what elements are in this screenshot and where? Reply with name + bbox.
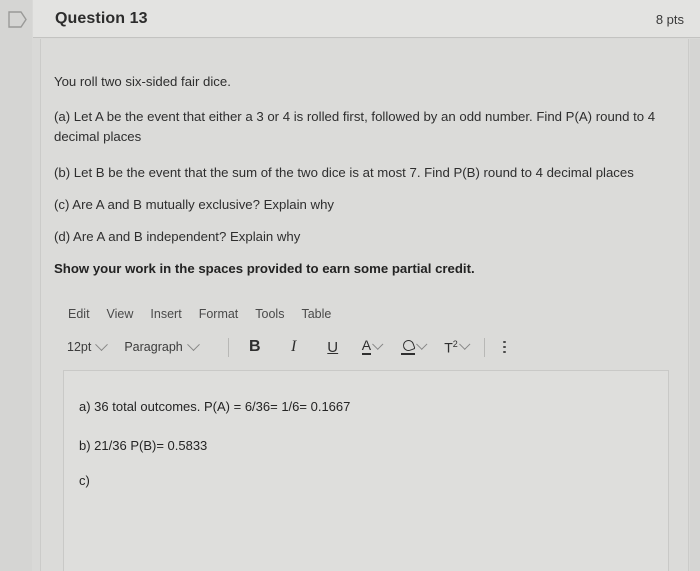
underline-button[interactable]: U: [319, 335, 347, 359]
font-size-value: 12pt: [67, 340, 92, 354]
text-color-button[interactable]: A: [358, 335, 386, 359]
question-part-d: (d) Are A and B independent? Explain why: [54, 229, 301, 244]
question-part-a: (a) Let A be the event that either a 3 o…: [54, 109, 656, 144]
font-size-select[interactable]: 12pt: [67, 337, 109, 354]
highlight-color-button[interactable]: [397, 335, 430, 359]
question-part-b: (b) Let B be the event that the sum of t…: [54, 165, 634, 180]
toolbar-divider: [484, 337, 486, 357]
answer-line: c): [79, 473, 90, 488]
question-note: Show your work in the spaces provided to…: [54, 261, 475, 276]
text-color-icon: A: [361, 337, 372, 355]
block-format-value: Paragraph: [124, 340, 183, 354]
chevron-down-icon: [459, 338, 470, 350]
menu-table[interactable]: Table: [301, 307, 331, 321]
editor-menubar: Edit View Insert Format Tools Table: [54, 302, 678, 326]
question-intro: You roll two six-sided fair dice.: [54, 74, 231, 89]
toolbar-divider: [227, 337, 229, 357]
answer-line: a) 36 total outcomes. P(A) = 6/36= 1/6= …: [79, 399, 351, 414]
chevron-down-icon: [95, 337, 109, 351]
bookmark-flag-icon[interactable]: [8, 11, 27, 28]
block-format-select[interactable]: Paragraph: [124, 337, 200, 354]
rich-text-editor: Edit View Insert Format Tools Table 12pt…: [54, 302, 678, 363]
superscript-exponent: 2: [452, 338, 458, 349]
chevron-down-icon: [372, 338, 384, 350]
question-body: You roll two six-sided fair dice. (a) Le…: [40, 39, 689, 571]
right-gutter: [690, 39, 700, 571]
question-header: Question 13 8 pts: [33, 0, 700, 38]
menu-format[interactable]: Format: [199, 307, 239, 321]
chevron-down-icon: [186, 337, 200, 351]
question-page: Question 13 8 pts You roll two six-sided…: [0, 0, 700, 571]
italic-button[interactable]: I: [280, 335, 308, 359]
superscript-icon: T2: [444, 339, 458, 356]
chevron-down-icon: [416, 338, 427, 350]
editor-toolbar: 12pt Paragraph B I U A T2: [54, 331, 678, 363]
more-options-icon[interactable]: [497, 340, 512, 354]
bold-button[interactable]: B: [241, 335, 269, 359]
superscript-button[interactable]: T2: [440, 335, 472, 359]
page-title: Question 13: [55, 10, 148, 27]
highlighter-pen-icon: [400, 337, 416, 355]
left-gutter: [0, 0, 32, 571]
question-part-c: (c) Are A and B mutually exclusive? Expl…: [54, 197, 335, 212]
menu-edit[interactable]: Edit: [68, 307, 90, 321]
menu-view[interactable]: View: [107, 307, 134, 321]
menu-insert[interactable]: Insert: [150, 307, 181, 321]
answer-line: b) 21/36 P(B)= 0.5833: [79, 438, 208, 453]
menu-tools[interactable]: Tools: [255, 307, 284, 321]
points-badge: 8 pts: [655, 12, 684, 27]
superscript-base: T: [444, 339, 453, 356]
answer-textarea[interactable]: a) 36 total outcomes. P(A) = 6/36= 1/6= …: [63, 370, 669, 571]
